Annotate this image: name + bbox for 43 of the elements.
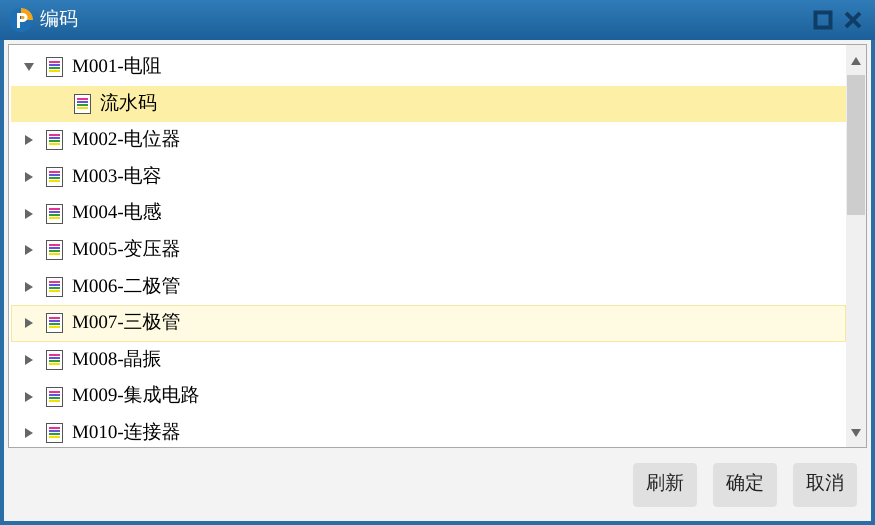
expand-icon[interactable] xyxy=(24,245,34,256)
notebook-icon xyxy=(44,202,66,225)
scroll-up-icon[interactable] xyxy=(850,55,862,67)
item-label: M006-二极管 xyxy=(72,274,181,299)
notebook-icon xyxy=(44,276,66,298)
expand-icon[interactable] xyxy=(24,172,34,182)
dialog-button[interactable]: 刷新 xyxy=(633,462,697,506)
item-label: M005-变压器 xyxy=(72,238,181,262)
notebook-icon xyxy=(44,239,66,262)
expand-icon[interactable] xyxy=(24,282,34,292)
tree-item[interactable]: M007-三极管 xyxy=(11,305,846,342)
notebook-icon xyxy=(44,129,66,152)
notebook-icon xyxy=(44,56,66,78)
item-label: M007-三极管 xyxy=(72,311,181,336)
expand-icon[interactable] xyxy=(24,318,34,328)
item-label: 流水码 xyxy=(100,92,157,116)
scrollbar[interactable] xyxy=(846,45,866,447)
item-label: M003-电容 xyxy=(72,164,162,189)
collapse-icon[interactable] xyxy=(24,62,34,72)
tree-item[interactable]: 流水码 xyxy=(11,86,846,122)
item-label: M010-连接器 xyxy=(72,420,181,445)
notebook-icon xyxy=(44,166,66,188)
expand-icon[interactable] xyxy=(24,135,34,146)
expand-icon[interactable] xyxy=(24,355,34,366)
expand-icon[interactable] xyxy=(24,392,34,402)
window-title: 编码 xyxy=(40,8,78,32)
item-label: M001-电阻 xyxy=(72,55,162,80)
item-label: M004-电感 xyxy=(72,201,162,226)
expand-icon[interactable] xyxy=(24,208,34,219)
item-label: M009-集成电路 xyxy=(72,384,200,408)
notebook-icon xyxy=(44,349,66,372)
notebook-icon xyxy=(44,386,66,408)
notebook-icon xyxy=(44,422,66,444)
expand-icon[interactable] xyxy=(24,428,34,438)
notebook-icon xyxy=(72,92,94,115)
item-label: M008-晶振 xyxy=(72,348,162,372)
notebook-icon xyxy=(44,312,66,334)
scroll-down-icon[interactable] xyxy=(850,427,862,439)
scroll-thumb[interactable] xyxy=(847,75,865,215)
dialog-button[interactable]: 确定 xyxy=(713,462,777,506)
item-label: M002-电位器 xyxy=(72,128,181,152)
app-logo-icon xyxy=(8,7,34,33)
dialog-button[interactable]: 取消 xyxy=(793,462,857,506)
